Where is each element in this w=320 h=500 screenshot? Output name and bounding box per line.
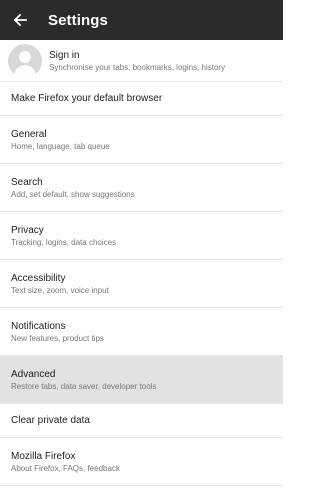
settings-item-summary: Home, language, tab queue bbox=[11, 141, 110, 151]
arrow-left-icon bbox=[13, 13, 27, 27]
settings-item-summary: Tracking, logins, data choices bbox=[11, 237, 117, 247]
settings-item-summary: About Firefox, FAQs, feedback bbox=[11, 463, 120, 473]
back-button[interactable] bbox=[0, 0, 40, 40]
settings-item-title: Mozilla Firefox bbox=[11, 450, 76, 462]
settings-item-mozilla-firefox[interactable]: Mozilla Firefox About Firefox, FAQs, fee… bbox=[0, 438, 283, 486]
settings-item-title: Notifications bbox=[11, 320, 66, 332]
settings-item-title: Advanced bbox=[11, 368, 56, 380]
settings-item-default-browser[interactable]: Make Firefox your default browser bbox=[0, 82, 283, 116]
settings-item-clear-private-data[interactable]: Clear private data bbox=[0, 404, 283, 438]
settings-item-summary: New features, product tips bbox=[11, 333, 104, 343]
settings-item-title: Sign in bbox=[49, 49, 80, 61]
settings-item-advanced[interactable]: Advanced Restore tabs, data saver, devel… bbox=[0, 356, 283, 404]
page-title: Settings bbox=[48, 11, 108, 29]
settings-item-summary: Restore tabs, data saver, developer tool… bbox=[11, 381, 157, 391]
settings-screen: Settings Sign in Synchronise your tabs, … bbox=[0, 0, 283, 500]
settings-item-summary: Add, set default, show suggestions bbox=[11, 189, 135, 199]
settings-item-accessibility[interactable]: Accessibility Text size, zoom, voice inp… bbox=[0, 260, 283, 308]
toolbar: Settings bbox=[0, 0, 283, 40]
settings-item-search[interactable]: Search Add, set default, show suggestion… bbox=[0, 164, 283, 212]
settings-item-title: Accessibility bbox=[11, 272, 66, 284]
settings-item-title: Make Firefox your default browser bbox=[11, 93, 163, 104]
settings-item-title: Search bbox=[11, 176, 43, 188]
avatar-icon bbox=[8, 43, 42, 78]
settings-item-summary: Synchronise your tabs, bookmarks, logins… bbox=[49, 62, 226, 72]
settings-item-title: Privacy bbox=[11, 224, 44, 236]
settings-item-general[interactable]: General Home, language, tab queue bbox=[0, 116, 283, 164]
settings-list: Sign in Synchronise your tabs, bookmarks… bbox=[0, 40, 283, 486]
settings-item-privacy[interactable]: Privacy Tracking, logins, data choices bbox=[0, 212, 283, 260]
settings-item-title: Clear private data bbox=[11, 415, 90, 426]
settings-item-sign-in[interactable]: Sign in Synchronise your tabs, bookmarks… bbox=[0, 40, 283, 82]
settings-item-summary: Text size, zoom, voice input bbox=[11, 285, 109, 295]
settings-item-title: General bbox=[11, 128, 47, 140]
settings-item-notifications[interactable]: Notifications New features, product tips bbox=[0, 308, 283, 356]
